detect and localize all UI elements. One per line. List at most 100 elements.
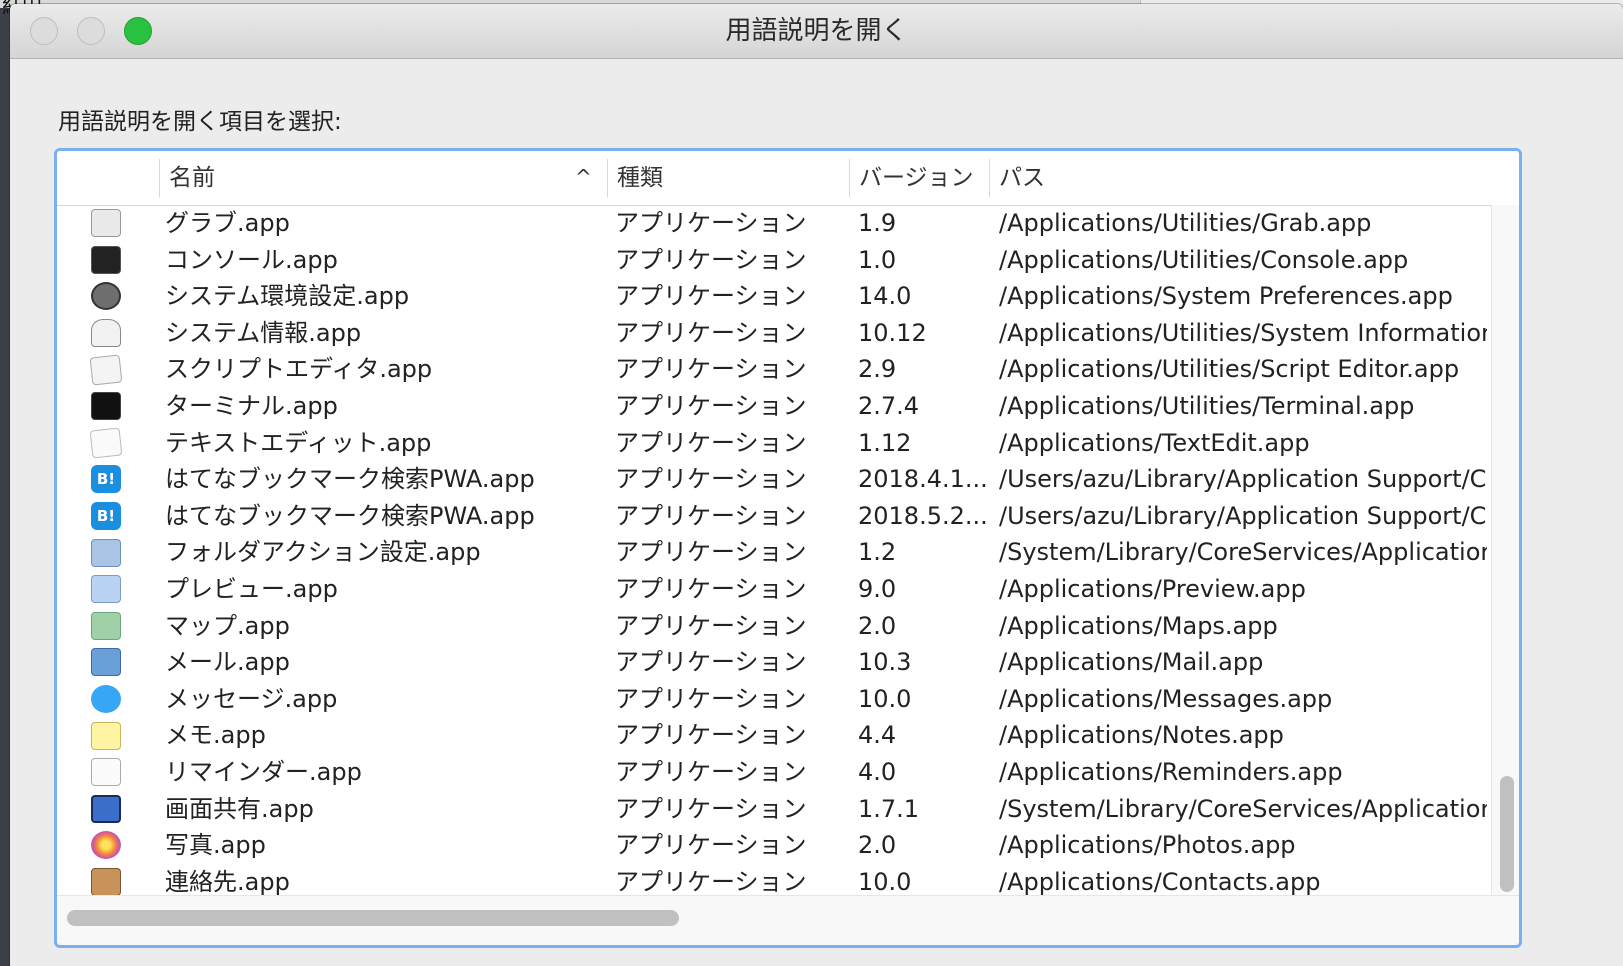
- app-name: はてなブックマーク検索PWA.app: [165, 465, 535, 494]
- table-row[interactable]: システム環境設定.app アプリケーション 14.0/Applications/Sy…: [57, 278, 1487, 315]
- preview-icon: [91, 575, 121, 604]
- app-path: /Applications/Photos.app: [999, 831, 1296, 860]
- table-row[interactable]: 写真.app アプリケーション 2.0/Applications/Photos.ap…: [57, 827, 1487, 864]
- app-icon-cell: [89, 425, 123, 462]
- app-icon-cell: [89, 315, 123, 352]
- notes-icon: [91, 721, 121, 750]
- app-version: 2.0: [858, 611, 897, 640]
- app-icon-cell: [89, 791, 123, 828]
- table-row[interactable]: フォルダアクション設定.app アプリケーション 1.2/System/Librar…: [57, 534, 1487, 571]
- horizontal-scrollbar[interactable]: [57, 895, 1519, 945]
- app-path: /Applications/Messages.app: [999, 684, 1333, 713]
- column-header-version[interactable]: バージョン: [849, 151, 989, 205]
- table-row[interactable]: B! はてなブックマーク検索PWA.app アプリケーション 2018.4.1... /…: [57, 461, 1487, 498]
- column-header-kind[interactable]: 種類: [607, 151, 849, 205]
- window-title: 用語説明を開く: [725, 16, 908, 46]
- app-name: メモ.app: [165, 721, 266, 750]
- app-name: 画面共有.app: [165, 794, 314, 823]
- app-path: /System/Library/CoreServices/Applicatior: [999, 794, 1487, 823]
- app-path: /Applications/Maps.app: [999, 611, 1278, 640]
- app-version: 10.0: [858, 867, 912, 895]
- desktop-background: [0, 0, 10, 966]
- app-path: /Applications/System Preferences.app: [999, 282, 1453, 311]
- folder-actions-icon: [91, 538, 121, 567]
- app-name: マップ.app: [165, 611, 290, 640]
- app-path: /Applications/Reminders.app: [999, 757, 1343, 786]
- app-version: 2018.4.1...: [858, 465, 988, 494]
- table-row[interactable]: システム情報.app アプリケーション 10.12/Applications/Uti…: [57, 315, 1487, 352]
- table-row[interactable]: リマインダー.app アプリケーション 4.0/Applications/Remin…: [57, 754, 1487, 791]
- app-version: 10.3: [858, 648, 912, 677]
- column-header-name-label: 名前: [169, 165, 215, 191]
- app-name: テキストエディット.app: [165, 428, 432, 457]
- messages-icon: [91, 685, 121, 714]
- app-kind: アプリケーション: [615, 831, 807, 860]
- app-icon-cell: [89, 278, 123, 315]
- table-row[interactable]: コンソール.app アプリケーション 1.0/Applications/Utilit…: [57, 242, 1487, 279]
- app-name: 写真.app: [165, 831, 266, 860]
- table-row[interactable]: テキストエディット.app アプリケーション 1.12/Applications/T…: [57, 425, 1487, 462]
- textedit-icon: [89, 427, 123, 459]
- app-kind: アプリケーション: [615, 245, 807, 274]
- column-header-name[interactable]: 名前: [159, 151, 607, 205]
- app-name: メッセージ.app: [165, 684, 338, 713]
- app-name: グラブ.app: [165, 209, 290, 237]
- table-row[interactable]: ターミナル.app アプリケーション 2.7.4/Applications/Util…: [57, 388, 1487, 425]
- app-path: /System/Library/CoreServices/Applicatior: [999, 538, 1487, 567]
- app-icon-cell: [89, 351, 123, 388]
- app-icon-cell: [89, 608, 123, 645]
- table-row[interactable]: グラブ.app アプリケーション 1.9/Applications/Utilitie…: [57, 205, 1487, 242]
- app-name: 連絡先.app: [165, 867, 290, 895]
- horizontal-scrollbar-thumb[interactable]: [67, 910, 679, 926]
- maps-icon: [91, 611, 121, 640]
- table-row[interactable]: 画面共有.app アプリケーション 1.7.1/System/Library/Cor…: [57, 791, 1487, 828]
- app-icon-cell: [89, 644, 123, 681]
- app-icon-cell: [89, 864, 123, 895]
- table-row[interactable]: メール.app アプリケーション 10.3/Applications/Mail.ap…: [57, 644, 1487, 681]
- table-row[interactable]: B! はてなブックマーク検索PWA.app アプリケーション 2018.5.2... /…: [57, 498, 1487, 535]
- vertical-scrollbar-thumb[interactable]: [1500, 776, 1514, 892]
- sort-ascending-icon: ^: [575, 165, 592, 189]
- title-bar[interactable]: 用語説明を開く: [10, 4, 1623, 59]
- table-row[interactable]: メモ.app アプリケーション 4.4/Applications/Notes.app: [57, 717, 1487, 754]
- dialog-window: 用語説明を開く 用語説明を開く項目を選択: 名前 ^ 種類 バージョン パス グ…: [10, 4, 1623, 966]
- table-row[interactable]: スクリプトエディタ.app アプリケーション 2.9/Applications/Ut…: [57, 351, 1487, 388]
- app-version: 4.4: [858, 721, 897, 750]
- table-header: 名前 ^ 種類 バージョン パス: [57, 151, 1519, 206]
- app-kind: アプリケーション: [615, 794, 807, 823]
- screen-sharing-icon: [91, 794, 121, 823]
- table-row[interactable]: メッセージ.app アプリケーション 10.0/Applications/Messa…: [57, 681, 1487, 718]
- table-row[interactable]: マップ.app アプリケーション 2.0/Applications/Maps.app: [57, 608, 1487, 645]
- column-header-path[interactable]: パス: [989, 151, 1489, 205]
- console-icon: [91, 245, 121, 274]
- app-name: システム環境設定.app: [165, 282, 410, 311]
- app-name: ターミナル.app: [165, 391, 338, 420]
- vertical-scrollbar[interactable]: [1491, 205, 1519, 895]
- app-version: 2.0: [858, 831, 897, 860]
- app-icon-cell: [89, 388, 123, 425]
- app-path: /Users/azu/Library/Application Support/C: [999, 465, 1487, 494]
- app-name: コンソール.app: [165, 245, 338, 274]
- table-row[interactable]: 連絡先.app アプリケーション 10.0/Applications/Contact…: [57, 864, 1487, 895]
- app-kind: アプリケーション: [615, 538, 807, 567]
- app-path: /Applications/Utilities/Console.app: [999, 245, 1409, 274]
- app-kind: アプリケーション: [615, 684, 807, 713]
- app-icon-cell: [89, 534, 123, 571]
- app-name: スクリプトエディタ.app: [165, 355, 433, 384]
- app-version: 1.7.1: [858, 794, 920, 823]
- app-kind: アプリケーション: [615, 611, 807, 640]
- app-path: /Applications/Utilities/Terminal.app: [999, 391, 1415, 420]
- app-kind: アプリケーション: [615, 501, 807, 530]
- app-path: /Applications/Contacts.app: [999, 867, 1321, 895]
- table-body: グラブ.app アプリケーション 1.9/Applications/Utilitie…: [57, 205, 1487, 895]
- app-version: 14.0: [858, 282, 912, 311]
- app-version: 9.0: [858, 574, 897, 603]
- system-information-icon: [91, 319, 121, 348]
- app-kind: アプリケーション: [615, 428, 807, 457]
- app-icon-cell: [89, 571, 123, 608]
- contacts-icon: [91, 867, 121, 895]
- table-row[interactable]: プレビュー.app アプリケーション 9.0/Applications/Previe…: [57, 571, 1487, 608]
- app-path: /Applications/Mail.app: [999, 648, 1264, 677]
- app-table[interactable]: 名前 ^ 種類 バージョン パス グラブ.app アプリケーション 1.9/Appl…: [54, 148, 1522, 948]
- app-path: /Applications/Utilities/Script Editor.ap…: [999, 355, 1460, 384]
